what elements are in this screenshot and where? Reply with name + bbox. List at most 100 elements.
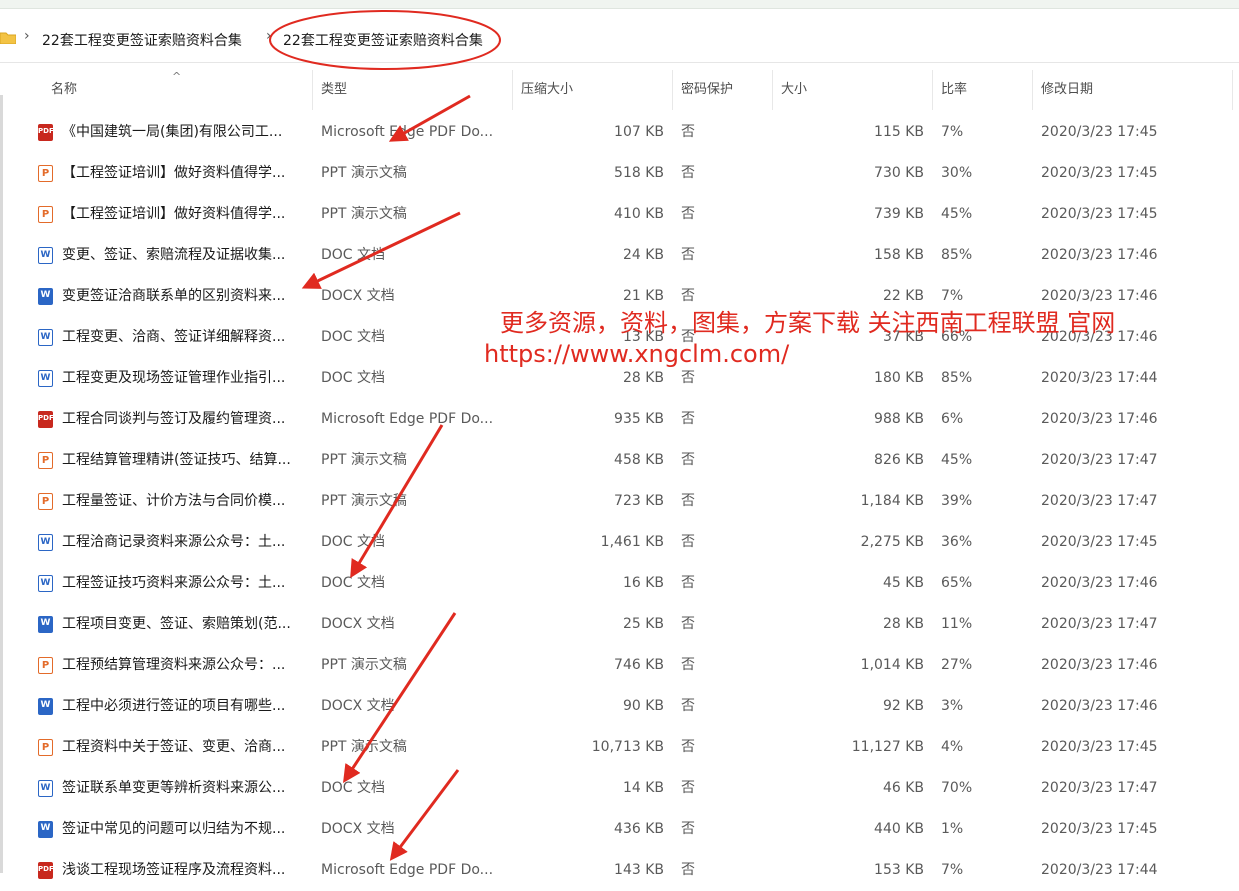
docx-icon: W	[38, 821, 53, 838]
file-modified: 2020/3/23 17:47	[1041, 493, 1158, 509]
address-bar[interactable]: › 22套工程变更签证索赔资料合集 › 22套工程变更签证索赔资料合集	[0, 18, 1239, 63]
column-header-type[interactable]: 类型	[313, 70, 513, 110]
file-size: 45 KB	[882, 575, 924, 591]
file-row[interactable]: P 【工程签证培训】做好资料值得学... PPT 演示文稿 410 KB 否 739 KB…	[0, 194, 1239, 235]
file-type: PPT 演示文稿	[321, 452, 407, 468]
file-name: 签证联系单变更等辨析资料来源公...	[62, 780, 286, 796]
file-row[interactable]: W 工程项目变更、签证、索赔策划(范... DOCX 文档 25 KB 否 28 KB 11…	[0, 604, 1239, 645]
file-row[interactable]: P 工程结算管理精讲(签证技巧、结算... PPT 演示文稿 458 KB 否 826 K…	[0, 440, 1239, 481]
file-row[interactable]: PDF 浅谈工程现场签证程序及流程资料... Microsoft Edge PDF …	[0, 850, 1239, 891]
file-row[interactable]: P 【工程签证培训】做好资料值得学... PPT 演示文稿 518 KB 否 730 KB…	[0, 153, 1239, 194]
file-name: 工程结算管理精讲(签证技巧、结算...	[62, 452, 291, 468]
file-compressed-size: 746 KB	[614, 657, 664, 673]
file-name: 工程资料中关于签证、变更、洽商...	[62, 739, 286, 755]
file-password: 否	[681, 616, 695, 632]
pdf-icon: PDF	[38, 124, 54, 141]
file-row[interactable]: PDF 工程合同谈判与签订及履约管理资... Microsoft Edge PDF …	[0, 399, 1239, 440]
file-type: DOC 文档	[321, 370, 386, 386]
breadcrumb-item-current[interactable]: 22套工程变更签证索赔资料合集	[283, 30, 483, 50]
file-ratio: 70%	[941, 780, 973, 796]
file-ratio: 27%	[941, 657, 973, 673]
file-password: 否	[681, 780, 695, 796]
file-modified: 2020/3/23 17:46	[1041, 698, 1158, 714]
file-size: 115 KB	[874, 124, 924, 140]
file-ratio: 1%	[941, 821, 964, 837]
file-compressed-size: 143 KB	[614, 862, 664, 878]
file-password: 否	[681, 493, 695, 509]
file-row[interactable]: W 变更、签证、索赔流程及证据收集... DOC 文档 24 KB 否 158 KB 85%…	[0, 235, 1239, 276]
file-type: DOCX 文档	[321, 821, 395, 837]
file-type: PPT 演示文稿	[321, 657, 407, 673]
file-icon-cell: W	[38, 247, 55, 264]
column-header-name[interactable]: 名称	[43, 70, 313, 110]
file-type: PPT 演示文稿	[321, 206, 407, 222]
file-password: 否	[681, 247, 695, 263]
file-modified: 2020/3/23 17:45	[1041, 739, 1158, 755]
file-password: 否	[681, 411, 695, 427]
file-ratio: 6%	[941, 411, 964, 427]
file-ratio: 11%	[941, 616, 973, 632]
file-name: 签证中常见的问题可以归结为不规...	[62, 821, 286, 837]
file-type: DOCX 文档	[321, 616, 395, 632]
file-type: Microsoft Edge PDF Do...	[321, 862, 494, 878]
file-row[interactable]: P 工程量签证、计价方法与合同价模... PPT 演示文稿 723 KB 否 1,184 …	[0, 481, 1239, 522]
file-row[interactable]: PDF 《中国建筑一局(集团)有限公司工... Microsoft Edge PDF…	[0, 112, 1239, 153]
pdf-icon: PDF	[38, 411, 54, 428]
file-type: PPT 演示文稿	[321, 739, 407, 755]
breadcrumb-separator-icon[interactable]: ›	[266, 28, 272, 44]
ppt-icon: P	[38, 739, 53, 756]
column-header-compressed-size[interactable]: 压缩大小	[513, 70, 673, 110]
file-ratio: 30%	[941, 165, 973, 181]
file-row[interactable]: P 工程预结算管理资料来源公众号：... PPT 演示文稿 746 KB 否 1,014 …	[0, 645, 1239, 686]
file-type: PPT 演示文稿	[321, 165, 407, 181]
file-size: 739 KB	[874, 206, 924, 222]
file-compressed-size: 24 KB	[622, 247, 664, 263]
file-type: DOC 文档	[321, 329, 386, 345]
file-row[interactable]: W 工程洽商记录资料来源公众号：土... DOC 文档 1,461 KB 否 2,275 …	[0, 522, 1239, 563]
file-modified: 2020/3/23 17:45	[1041, 165, 1158, 181]
file-name: 工程合同谈判与签订及履约管理资...	[62, 411, 286, 427]
file-icon-cell: P	[38, 206, 55, 223]
file-icon-cell: W	[38, 821, 55, 838]
file-modified: 2020/3/23 17:45	[1041, 821, 1158, 837]
doc-icon: W	[38, 780, 53, 797]
file-name: 《中国建筑一局(集团)有限公司工...	[62, 124, 283, 140]
file-type: PPT 演示文稿	[321, 493, 407, 509]
breadcrumb-item[interactable]: 22套工程变更签证索赔资料合集	[42, 30, 242, 50]
file-compressed-size: 10,713 KB	[591, 739, 664, 755]
file-name: 变更、签证、索赔流程及证据收集...	[62, 247, 286, 263]
ppt-icon: P	[38, 206, 53, 223]
file-name: 工程签证技巧资料来源公众号：土...	[62, 575, 286, 591]
breadcrumb-separator-icon[interactable]: ›	[24, 28, 30, 44]
docx-icon: W	[38, 288, 53, 305]
column-header-modified[interactable]: 修改日期	[1033, 70, 1233, 110]
docx-icon: W	[38, 616, 53, 633]
file-type: DOC 文档	[321, 575, 386, 591]
file-name: 工程变更及现场签证管理作业指引...	[62, 370, 286, 386]
file-row[interactable]: W 签证联系单变更等辨析资料来源公... DOC 文档 14 KB 否 46 KB 70% 2…	[0, 768, 1239, 809]
file-compressed-size: 935 KB	[614, 411, 664, 427]
file-name: 浅谈工程现场签证程序及流程资料...	[62, 862, 286, 878]
file-ratio: 36%	[941, 534, 973, 550]
file-compressed-size: 458 KB	[614, 452, 664, 468]
file-type: Microsoft Edge PDF Do...	[321, 411, 494, 427]
column-header-size[interactable]: 大小	[773, 70, 933, 110]
doc-icon: W	[38, 370, 53, 387]
file-row[interactable]: W 工程中必须进行签证的项目有哪些... DOCX 文档 90 KB 否 92 KB 3% 2…	[0, 686, 1239, 727]
file-row[interactable]: W 工程签证技巧资料来源公众号：土... DOC 文档 16 KB 否 45 KB 65% 2…	[0, 563, 1239, 604]
column-header-password[interactable]: 密码保护	[673, 70, 773, 110]
file-icon-cell: W	[38, 575, 55, 592]
file-name: 工程洽商记录资料来源公众号：土...	[62, 534, 286, 550]
ppt-icon: P	[38, 452, 53, 469]
column-header-ratio[interactable]: 比率	[933, 70, 1033, 110]
file-ratio: 65%	[941, 575, 973, 591]
file-icon-cell: PDF	[38, 124, 55, 141]
file-modified: 2020/3/23 17:47	[1041, 616, 1158, 632]
file-row[interactable]: W 签证中常见的问题可以归结为不规... DOCX 文档 436 KB 否 440 KB 1…	[0, 809, 1239, 850]
doc-icon: W	[38, 575, 53, 592]
file-modified: 2020/3/23 17:46	[1041, 575, 1158, 591]
file-size: 11,127 KB	[851, 739, 924, 755]
file-name: 【工程签证培训】做好资料值得学...	[62, 165, 286, 181]
file-row[interactable]: P 工程资料中关于签证、变更、洽商... PPT 演示文稿 10,713 KB 否 11,…	[0, 727, 1239, 768]
file-name: 变更签证洽商联系单的区别资料来...	[62, 288, 286, 304]
